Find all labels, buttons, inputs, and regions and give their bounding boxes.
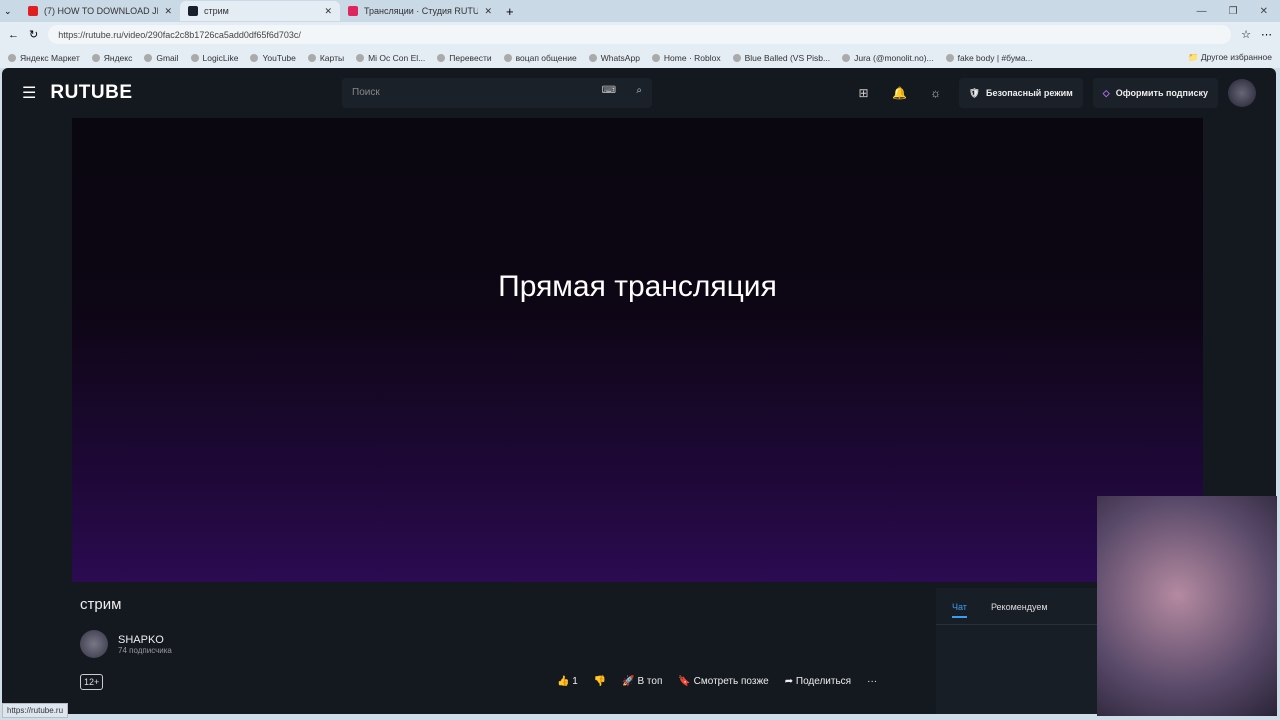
back-icon[interactable]: ← <box>8 29 19 41</box>
dislike-button[interactable]: 👎 <box>594 676 606 687</box>
bm-10[interactable]: Home · Roblox <box>651 53 721 63</box>
status-bar-url: https://rutube.ru <box>2 703 69 718</box>
reload-icon[interactable]: ↻ <box>29 28 38 41</box>
bm-0[interactable]: Яндекс Маркет <box>8 53 80 63</box>
like-button[interactable]: 👍 1 <box>557 676 578 687</box>
bm-7[interactable]: Перевести <box>437 53 492 63</box>
url-input[interactable]: https://rutube.ru/video/290fac2c8b1726ca… <box>48 25 1232 44</box>
age-rating-badge: 12+ <box>80 674 104 690</box>
tab-list-icon[interactable]: ⌄ <box>4 6 20 17</box>
bm-8[interactable]: воцап общение <box>503 53 577 63</box>
browser-tab-active[interactable]: стрим ✕ <box>180 1 340 21</box>
keyboard-icon[interactable]: ⌨ <box>602 85 616 96</box>
tab-bar: ⌄ (7) HOW TO DOWNLOAD JEFFY'S✕ стрим✕ Тр… <box>0 0 1280 22</box>
channel-avatar[interactable] <box>80 630 108 658</box>
youtube-favicon-icon <box>28 6 38 16</box>
bm-11[interactable]: Blue Balled (VS Pisb... <box>732 53 830 63</box>
upload-icon[interactable]: ⊞ <box>851 86 877 100</box>
new-tab-icon[interactable]: + <box>506 4 514 19</box>
rutube-page: ☰ RUTUBE Поиск ⌕ ⌨ ⊞ 🔔 ☼ 🛡 Безопасный режим… <box>2 68 1276 714</box>
favorite-icon[interactable]: ☆ <box>1241 28 1251 41</box>
bm-12[interactable]: Jura (@monolit.no)... <box>842 53 934 63</box>
share-button[interactable]: ➦ Поделиться <box>785 676 851 687</box>
theme-icon[interactable]: ☼ <box>923 86 949 100</box>
hamburger-menu-icon[interactable]: ☰ <box>22 83 36 103</box>
watch-later-button[interactable]: 🔖 Смотреть позже <box>678 676 768 687</box>
minimize-icon[interactable]: — <box>1197 6 1207 17</box>
studio-favicon-icon <box>348 6 358 16</box>
browser-tab[interactable]: (7) HOW TO DOWNLOAD JEFFY'S✕ <box>20 1 180 21</box>
search-icon[interactable]: ⌕ <box>636 85 642 96</box>
bm-1[interactable]: Яндекс <box>91 53 132 63</box>
bm-9[interactable]: WhatsApp <box>588 53 640 63</box>
channel-name[interactable]: SHAPKO <box>118 634 172 646</box>
live-overlay-text: Прямая трансляция <box>498 270 777 303</box>
address-bar: ← ↻ https://rutube.ru/video/290fac2c8b17… <box>0 22 1280 47</box>
safe-mode-button[interactable]: 🛡 Безопасный режим <box>958 78 1083 108</box>
bm-13[interactable]: fake body | #бума... <box>945 53 1033 63</box>
menu-icon[interactable]: ⋯ <box>1261 28 1272 41</box>
close-window-icon[interactable]: ✕ <box>1260 6 1268 17</box>
notifications-icon[interactable]: 🔔 <box>887 86 913 100</box>
rutube-favicon-icon <box>188 6 198 16</box>
subscriber-count: 74 подписчика <box>118 645 172 655</box>
rutube-logo[interactable]: RUTUBE <box>50 82 132 104</box>
close-tab-icon[interactable]: ✕ <box>164 6 172 17</box>
top-button[interactable]: 🚀 В топ <box>622 676 662 687</box>
bm-2[interactable]: Gmail <box>144 53 179 63</box>
channel-info[interactable]: SHAPKO 74 подписчика <box>80 630 172 658</box>
bookmarks-bar: Яндекс Маркет Яндекс Gmail LogicLike You… <box>0 47 1280 68</box>
site-header: ☰ RUTUBE Поиск ⌕ ⌨ ⊞ 🔔 ☼ 🛡 Безопасный режим… <box>2 68 1276 118</box>
bm-4[interactable]: YouTube <box>250 53 296 63</box>
user-avatar[interactable] <box>1228 79 1256 107</box>
search-input[interactable]: Поиск ⌕ ⌨ <box>342 78 652 108</box>
browser-tab[interactable]: Трансляции · Студия RUTUBE✕ <box>340 1 500 21</box>
more-button[interactable]: ··· <box>867 676 877 687</box>
tab-chat[interactable]: Чат <box>952 602 967 618</box>
bm-5[interactable]: Карты <box>307 53 344 63</box>
bm-3[interactable]: LogicLike <box>190 53 238 63</box>
diamond-icon: ◇ <box>1102 87 1110 98</box>
subscribe-button[interactable]: ◇ Оформить подписку <box>1092 78 1218 108</box>
tab-recommend[interactable]: Рекомендуем <box>991 602 1048 618</box>
maximize-icon[interactable]: ❐ <box>1229 6 1238 17</box>
video-player[interactable]: Прямая трансляция <box>72 118 1203 582</box>
side-panel: Чат Рекомендуем <box>936 588 1098 714</box>
bm-6[interactable]: Mi Oc Con El... <box>356 53 425 63</box>
other-bookmarks[interactable]: 📁 Другое избранное <box>1188 52 1272 63</box>
close-tab-icon[interactable]: ✕ <box>324 6 332 17</box>
webcam-overlay <box>1097 496 1277 716</box>
shield-icon: 🛡 <box>968 87 981 98</box>
video-title: стрим <box>80 596 122 613</box>
close-tab-icon[interactable]: ✕ <box>484 6 492 17</box>
